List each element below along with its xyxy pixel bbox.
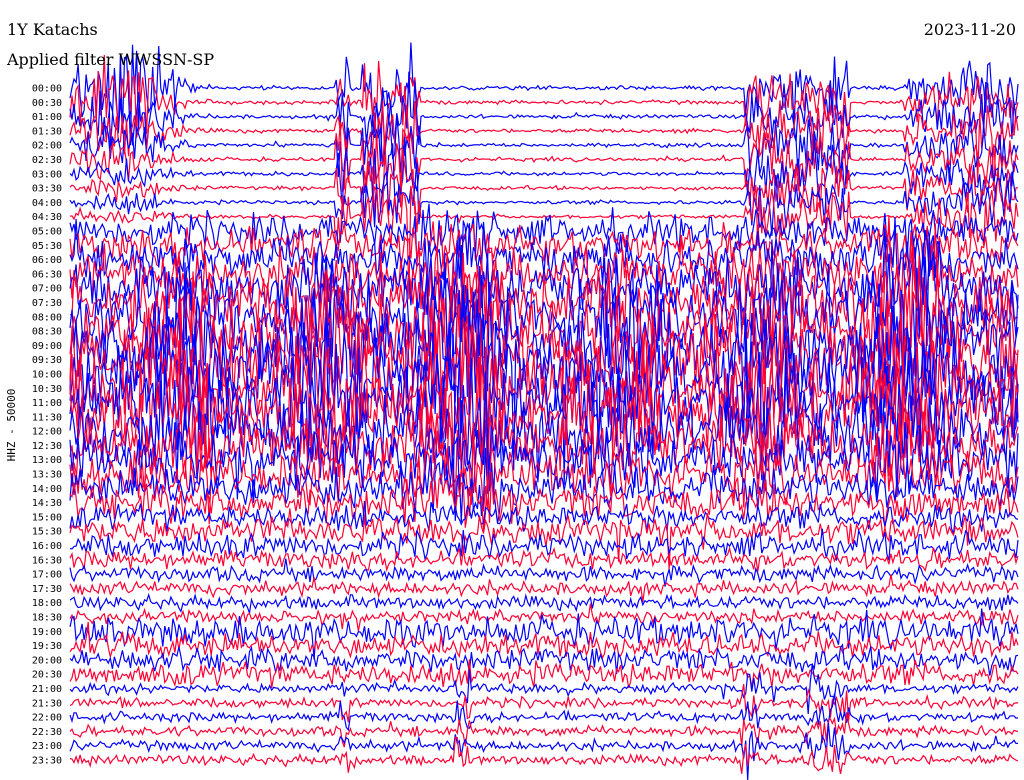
- tick-label: 22:30: [32, 727, 62, 738]
- tick-label: 07:00: [32, 284, 62, 295]
- tick-label: 04:30: [32, 212, 62, 223]
- tick-label: 13:30: [32, 470, 62, 481]
- tick-label: 10:00: [32, 369, 62, 380]
- tick-label: 09:00: [32, 341, 62, 352]
- tick-label: 03:30: [32, 184, 62, 195]
- tick-label: 04:00: [32, 198, 62, 209]
- tick-label: 15:30: [32, 527, 62, 538]
- tick-label: 00:30: [32, 98, 62, 109]
- trace-17:30: [69, 574, 1019, 603]
- filter-label: Applied filter WWSSN-SP: [7, 50, 215, 69]
- tick-label: 19:30: [32, 641, 62, 652]
- tick-label: 02:30: [32, 155, 62, 166]
- tick-label: 13:00: [32, 455, 62, 466]
- trace-01:00: [69, 71, 1019, 167]
- tick-label: 23:30: [32, 756, 62, 767]
- tick-label: 09:30: [32, 355, 62, 366]
- tick-label: 10:30: [32, 384, 62, 395]
- tick-label: 12:00: [32, 427, 62, 438]
- tick-label: 21:30: [32, 698, 62, 709]
- station-title: 1Y Katachs: [7, 20, 98, 39]
- tick-label: 12:30: [32, 441, 62, 452]
- trace-18:30: [69, 603, 1019, 632]
- trace-group: [69, 42, 1019, 780]
- tick-label: 05:30: [32, 241, 62, 252]
- helicorder-screen: 1Y Katachs 2023-11-20 Applied filter WWS…: [0, 0, 1024, 780]
- tick-label: 07:30: [32, 298, 62, 309]
- y-axis-label: HHZ - 50000: [5, 389, 18, 462]
- trace-23:30: [69, 736, 1019, 775]
- tick-label: 08:00: [32, 312, 62, 323]
- tick-label: 14:30: [32, 498, 62, 509]
- tick-label: 15:00: [32, 512, 62, 523]
- trace-18:00: [69, 592, 1019, 614]
- tick-label: 20:30: [32, 670, 62, 681]
- tick-label: 06:30: [32, 269, 62, 280]
- trace-17:00: [69, 558, 1019, 587]
- tick-label: 08:30: [32, 327, 62, 338]
- tick-label: 16:30: [32, 555, 62, 566]
- tick-label: 16:00: [32, 541, 62, 552]
- tick-label: 17:30: [32, 584, 62, 595]
- tick-label: 19:00: [32, 627, 62, 638]
- tick-label: 03:00: [32, 169, 62, 180]
- tick-label: 11:30: [32, 412, 62, 423]
- tick-label: 18:30: [32, 613, 62, 624]
- tick-label: 18:00: [32, 598, 62, 609]
- trace-03:00: [69, 136, 1019, 207]
- helicorder-plot: 00:00 00:30 01:00 01:30 02:00 02:30 03:00 03:30…: [5, 42, 1019, 780]
- tick-label: 21:00: [32, 684, 62, 695]
- tick-label: 22:00: [32, 713, 62, 724]
- trace-05:00: [69, 203, 1019, 261]
- tick-label: 02:00: [32, 141, 62, 152]
- tick-label: 20:00: [32, 655, 62, 666]
- tick-label: 01:30: [32, 126, 62, 137]
- tick-label: 06:00: [32, 255, 62, 266]
- tick-labels: 00:00 00:30 01:00 01:30 02:00 02:30 03:00 03:30…: [30, 82, 64, 767]
- trace-22:00: [69, 693, 1019, 732]
- tick-label: 11:00: [32, 398, 62, 409]
- tick-label: 01:00: [32, 112, 62, 123]
- tick-label: 05:00: [32, 226, 62, 237]
- tick-label: 00:00: [32, 84, 62, 95]
- date-label: 2023-11-20: [923, 20, 1016, 39]
- tick-label: 17:00: [32, 570, 62, 581]
- tick-label: 23:00: [32, 741, 62, 752]
- tick-label: 14:00: [32, 484, 62, 495]
